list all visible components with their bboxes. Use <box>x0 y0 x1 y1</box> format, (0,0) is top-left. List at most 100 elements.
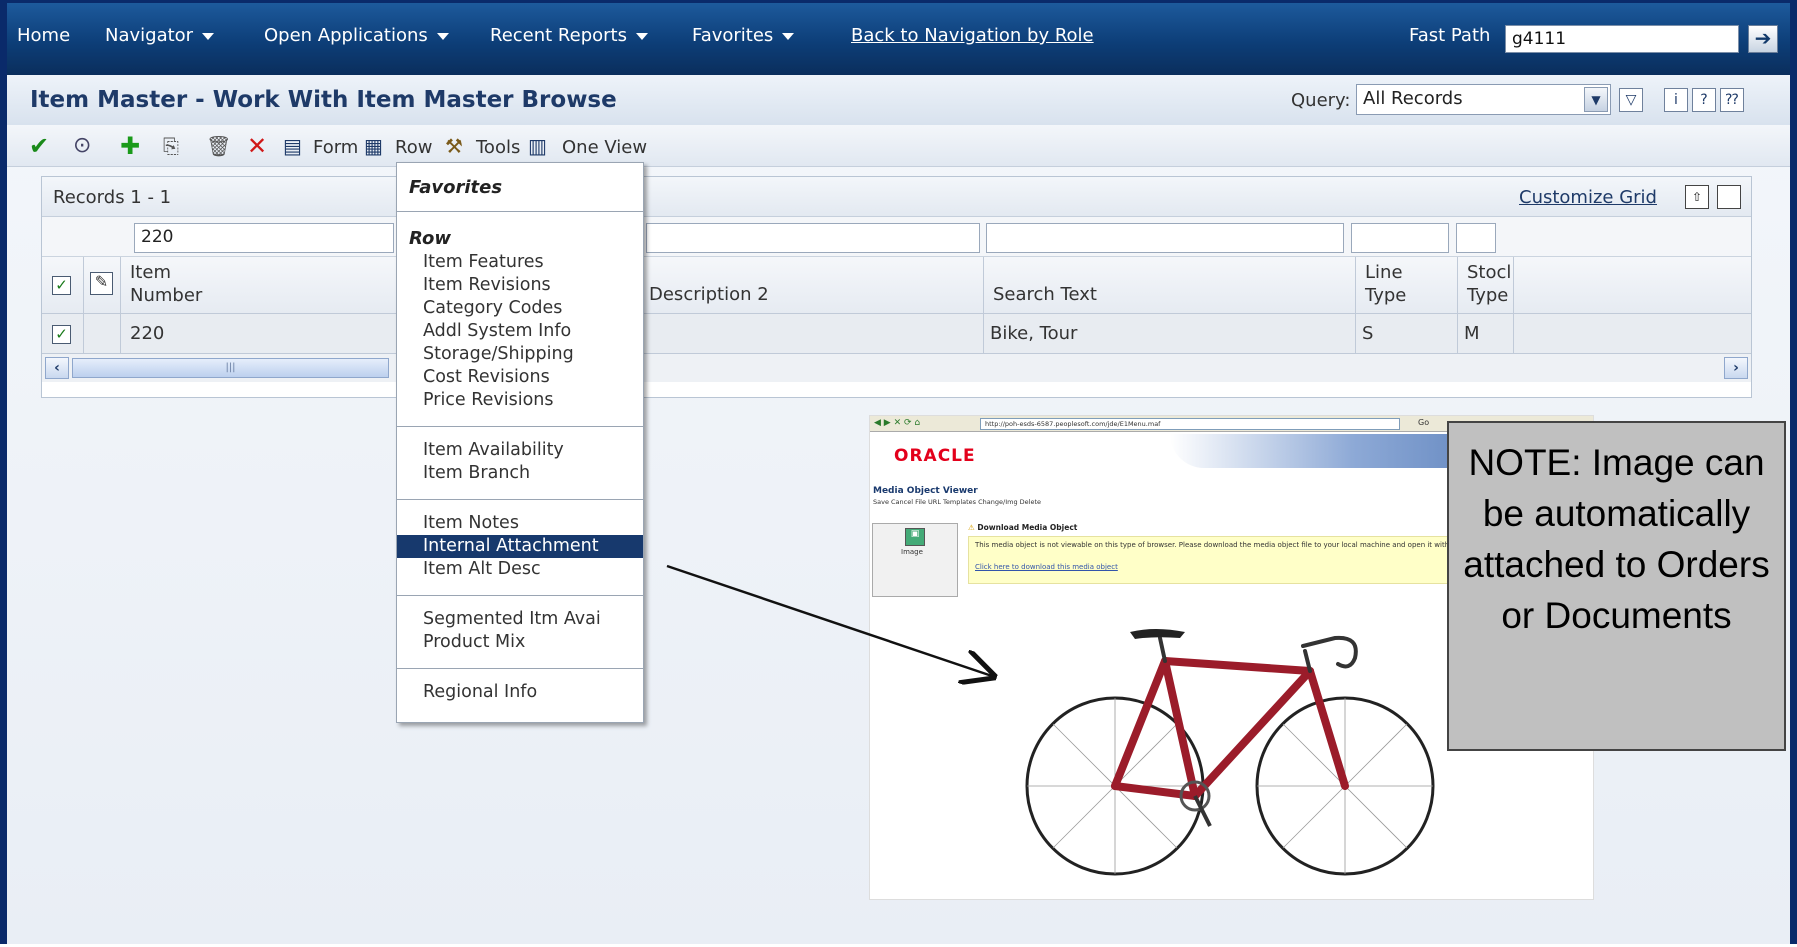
query-select[interactable]: All Records ▼ <box>1356 84 1611 115</box>
chevron-down-icon <box>635 32 648 40</box>
horizontal-scrollbar[interactable]: ‹ ||| › <box>42 354 1751 382</box>
fast-path-label: Fast Path <box>1409 25 1491 46</box>
select-all-checkbox[interactable]: ✓ <box>52 276 71 295</box>
nav-navigator[interactable]: Navigator <box>105 25 215 46</box>
top-navigation-bar: Home Navigator Open Applications Recent … <box>7 3 1790 75</box>
copy-icon[interactable]: ⎘ <box>163 132 179 160</box>
attachment-header-cell: ✎ <box>84 257 121 314</box>
row-checkbox[interactable]: ✓ <box>52 325 71 344</box>
nav-favorites[interactable]: Favorites <box>692 25 795 46</box>
records-count: Records 1 - 1 <box>53 187 172 208</box>
column-header-description-2[interactable]: Description 2 <box>640 257 984 314</box>
menu-separator <box>397 499 643 500</box>
chevron-down-icon <box>436 32 449 40</box>
column-header-row: ✓ ✎ Item Number Description 2 Search Tex… <box>42 257 1751 314</box>
menu-item-item-notes[interactable]: Item Notes <box>397 512 643 535</box>
ok-check-icon[interactable]: ✔ <box>29 132 49 160</box>
menu-separator <box>397 211 643 212</box>
nav-navigator-label: Navigator <box>105 25 194 46</box>
back-to-navigation-link[interactable]: Back to Navigation by Role <box>851 25 1094 46</box>
menu-item-segmented-itm-avai[interactable]: Segmented Itm Avai <box>397 608 643 631</box>
tools-menu-icon[interactable]: ⚒ <box>445 132 463 160</box>
customize-grid-link[interactable]: Customize Grid <box>1519 187 1657 208</box>
filter-stock-type[interactable] <box>1456 223 1496 253</box>
close-icon[interactable]: ✕ <box>247 132 267 160</box>
one-view-icon[interactable]: ▥ <box>528 132 547 160</box>
filter-description-2[interactable] <box>646 223 980 253</box>
column-header-item-number[interactable]: Item Number <box>121 257 431 314</box>
chevron-down-icon <box>202 32 215 40</box>
menu-separator <box>397 426 643 427</box>
title-bar: Item Master - Work With Item Master Brow… <box>7 75 1790 125</box>
thumb-label: Image <box>901 548 923 556</box>
context-help-icon[interactable]: ⁇ <box>1720 88 1744 112</box>
menu-item-product-mix[interactable]: Product Mix <box>397 631 643 654</box>
row-menu-icon[interactable]: ▦ <box>364 132 383 160</box>
scroll-left-arrow-icon[interactable]: ‹ <box>45 357 69 379</box>
menu-item-item-revisions[interactable]: Item Revisions <box>397 274 643 297</box>
table-row[interactable]: ✓ 220 Bike, Tour S M <box>42 314 1751 354</box>
cell-search-text[interactable]: Bike, Tour <box>984 314 1356 354</box>
row-attachment-cell <box>84 314 121 354</box>
filter-line-type[interactable] <box>1351 223 1449 253</box>
filter-icon[interactable]: ▽ <box>1619 88 1643 112</box>
column-header-stock-type[interactable]: Stocl Type <box>1458 257 1514 314</box>
help-icon[interactable]: ? <box>1692 88 1716 112</box>
menu-item-item-availability[interactable]: Item Availability <box>397 439 643 462</box>
add-icon[interactable]: ✚ <box>120 132 140 160</box>
app-window: Home Navigator Open Applications Recent … <box>0 0 1797 944</box>
menu-item-cost-revisions[interactable]: Cost Revisions <box>397 366 643 389</box>
tools-menu[interactable]: Tools <box>476 137 520 158</box>
find-icon[interactable]: ⊙ <box>73 132 91 160</box>
menu-item-item-features[interactable]: Item Features <box>397 251 643 274</box>
item-grid: Records 1 - 1 Customize Grid ⇧ 220 ✓ ✎ I… <box>41 176 1752 398</box>
warning-icon: ⚠ <box>968 523 978 532</box>
image-thumbnail-icon: ▣ <box>905 528 925 546</box>
menu-heading-favorites: Favorites <box>409 177 503 198</box>
fast-path-go-button[interactable]: ➔ <box>1748 25 1778 53</box>
column-header-line-type[interactable]: Line Type <box>1356 257 1458 314</box>
form-menu-icon[interactable]: ▤ <box>283 132 302 160</box>
filter-item-number[interactable]: 220 <box>134 223 394 253</box>
attachment-icon[interactable]: ✎ <box>90 272 113 295</box>
nav-recent-reports-label: Recent Reports <box>490 25 627 46</box>
nav-open-applications[interactable]: Open Applications <box>264 25 449 46</box>
menu-item-addl-system-info[interactable]: Addl System Info <box>397 320 643 343</box>
delete-trash-icon[interactable]: 🗑 <box>206 132 231 160</box>
menu-item-item-alt-desc[interactable]: Item Alt Desc <box>397 558 643 581</box>
menu-item-category-codes[interactable]: Category Codes <box>397 297 643 320</box>
tools-menu-label: Tools <box>476 137 521 158</box>
fast-path-input[interactable] <box>1505 25 1739 53</box>
row-menu[interactable]: Row <box>395 137 432 158</box>
one-view-menu[interactable]: One View <box>562 137 647 158</box>
nav-home[interactable]: Home <box>17 25 70 46</box>
form-toolbar: ✔ ⊙ ✚ ⎘ 🗑 ✕ ▤ Form ▦ Row ⚒ Tools ▥ One V… <box>7 125 1790 167</box>
menu-item-price-revisions[interactable]: Price Revisions <box>397 389 643 412</box>
cell-line-type[interactable]: S <box>1356 314 1458 354</box>
cell-description-2[interactable] <box>640 314 984 354</box>
menu-item-storage-shipping[interactable]: Storage/Shipping <box>397 343 643 366</box>
cell-stock-type[interactable]: M <box>1458 314 1514 354</box>
menu-separator <box>397 668 643 669</box>
info-icon[interactable]: i <box>1664 88 1688 112</box>
form-menu[interactable]: Form <box>313 137 358 158</box>
menu-heading-row: Row <box>409 228 451 249</box>
viewer-toolbar: Save Cancel File URL Templates Change/Im… <box>873 498 1041 506</box>
nav-recent-reports[interactable]: Recent Reports <box>490 25 648 46</box>
export-icon[interactable]: ⇧ <box>1685 185 1709 209</box>
menu-item-regional-info[interactable]: Regional Info <box>397 681 643 704</box>
menu-item-internal-attachment[interactable]: Internal Attachment <box>397 535 643 558</box>
maximize-icon[interactable] <box>1717 185 1741 209</box>
note-callout: NOTE: Image can be automatically attache… <box>1447 421 1786 751</box>
cell-item-number[interactable]: 220 <box>121 314 431 354</box>
one-view-label: One View <box>562 137 648 158</box>
column-header-search-text[interactable]: Search Text <box>984 257 1356 314</box>
scroll-right-arrow-icon[interactable]: › <box>1724 357 1748 379</box>
download-link: Click here to download this media object <box>975 563 1118 571</box>
form-menu-label: Form <box>313 137 359 158</box>
menu-item-item-branch[interactable]: Item Branch <box>397 462 643 485</box>
filter-search-text[interactable] <box>986 223 1344 253</box>
query-label: Query: <box>1291 90 1351 111</box>
scrollbar-thumb[interactable]: ||| <box>72 358 389 378</box>
chevron-down-icon[interactable]: ▼ <box>1584 87 1608 112</box>
